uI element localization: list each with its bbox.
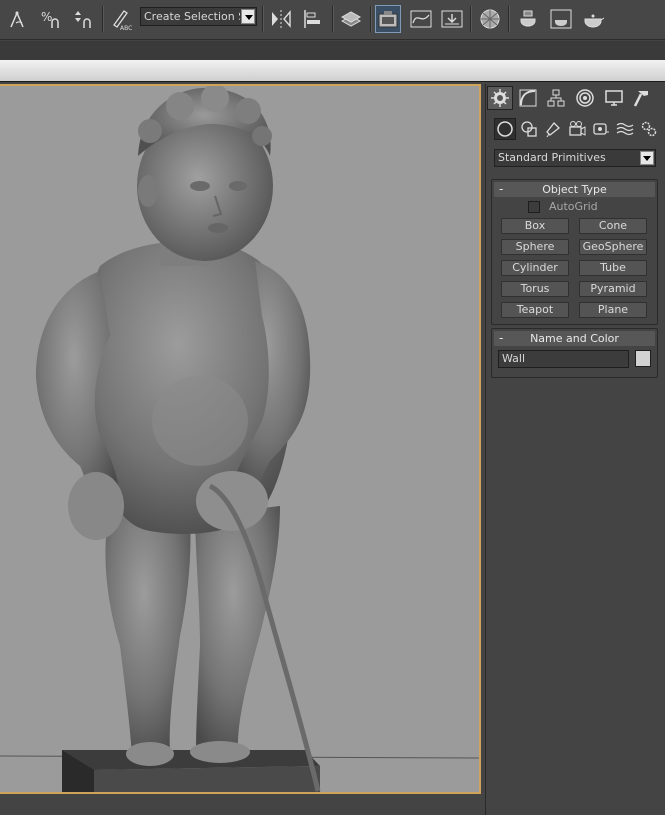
chevron-down-icon[interactable] bbox=[640, 151, 654, 165]
primitive-category-dropdown[interactable]: Standard Primitives bbox=[494, 149, 656, 167]
hierarchy-icon bbox=[547, 89, 565, 107]
motion-tab[interactable] bbox=[572, 86, 598, 110]
curve-editor-icon[interactable] bbox=[408, 5, 434, 33]
percent-snap-icon[interactable]: % bbox=[38, 5, 64, 33]
pyramid-button[interactable]: Pyramid bbox=[579, 281, 647, 297]
ribbon-bar bbox=[0, 41, 665, 60]
utilities-tab[interactable] bbox=[629, 86, 655, 110]
modify-tab[interactable] bbox=[515, 86, 541, 110]
layer-manager-icon[interactable] bbox=[338, 5, 364, 33]
create-icon bbox=[491, 89, 509, 107]
edit-named-selection-icon[interactable]: ABC bbox=[109, 5, 135, 33]
name-and-color-rollout: - Name and Color Wall bbox=[491, 328, 658, 378]
name-and-color-title: Name and Color bbox=[530, 332, 619, 345]
chevron-down-icon[interactable] bbox=[241, 9, 255, 24]
box-button[interactable]: Box bbox=[501, 218, 569, 234]
graphite-modeling-icon[interactable] bbox=[375, 5, 401, 33]
hierarchy-tab[interactable] bbox=[543, 86, 569, 110]
selection-set-text: Create Selection Se bbox=[144, 10, 240, 23]
lights-subtab[interactable] bbox=[542, 118, 564, 140]
command-panel: Standard Primitives - Object Type AutoGr… bbox=[485, 84, 665, 815]
teapot-button[interactable]: Teapot bbox=[501, 302, 569, 318]
space-warps-subtab[interactable] bbox=[614, 118, 636, 140]
gears-icon bbox=[641, 121, 657, 137]
name-and-color-header[interactable]: - Name and Color bbox=[494, 331, 655, 346]
collapse-icon: - bbox=[499, 182, 504, 196]
cameras-subtab[interactable] bbox=[566, 118, 588, 140]
cylinder-button[interactable]: Cylinder bbox=[501, 260, 569, 276]
helpers-subtab[interactable] bbox=[590, 118, 612, 140]
autogrid-checkbox[interactable]: AutoGrid bbox=[528, 200, 598, 213]
sphere-button[interactable]: Sphere bbox=[501, 239, 569, 255]
object-type-header[interactable]: - Object Type bbox=[494, 182, 655, 197]
viewport-label-bar bbox=[0, 60, 665, 82]
viewport-bottom-strip bbox=[0, 794, 485, 815]
display-icon bbox=[605, 90, 623, 106]
create-tab[interactable] bbox=[487, 86, 513, 110]
hammer-icon bbox=[633, 91, 648, 107]
wave-icon bbox=[616, 122, 634, 136]
shapes-subtab[interactable] bbox=[518, 118, 540, 140]
geometry-subtab[interactable] bbox=[494, 118, 516, 140]
perspective-viewport[interactable] bbox=[0, 84, 481, 794]
light-icon bbox=[546, 122, 560, 138]
torus-button[interactable]: Torus bbox=[501, 281, 569, 297]
render-production-icon[interactable] bbox=[580, 5, 606, 33]
object-type-title: Object Type bbox=[542, 183, 607, 196]
cone-button[interactable]: Cone bbox=[579, 218, 647, 234]
autogrid-label: AutoGrid bbox=[549, 200, 598, 213]
rendered-frame-window-icon[interactable] bbox=[548, 5, 574, 33]
tube-button[interactable]: Tube bbox=[579, 260, 647, 276]
display-tab[interactable] bbox=[601, 86, 627, 110]
collapse-icon: - bbox=[499, 331, 504, 345]
create-categories bbox=[492, 118, 662, 140]
tape-icon bbox=[593, 123, 609, 135]
spinner-snap-icon[interactable] bbox=[70, 5, 96, 33]
angle-snap-icon[interactable] bbox=[6, 5, 32, 33]
category-value: Standard Primitives bbox=[498, 151, 606, 164]
object-name-field[interactable]: Wall bbox=[498, 350, 629, 368]
align-icon[interactable] bbox=[300, 5, 326, 33]
render-setup-icon[interactable] bbox=[515, 5, 541, 33]
modify-icon bbox=[519, 89, 537, 107]
motion-icon bbox=[576, 89, 594, 107]
shapes-icon bbox=[521, 121, 537, 137]
checkbox-icon[interactable] bbox=[528, 200, 540, 213]
sphere-icon bbox=[497, 121, 513, 137]
material-editor-icon[interactable] bbox=[477, 5, 503, 33]
schematic-view-icon[interactable] bbox=[439, 5, 465, 33]
mirror-icon[interactable] bbox=[268, 5, 294, 33]
plane-button[interactable]: Plane bbox=[579, 302, 647, 318]
svg-text:ABC: ABC bbox=[120, 25, 132, 31]
systems-subtab[interactable] bbox=[638, 118, 660, 140]
geosphere-button[interactable]: GeoSphere bbox=[579, 239, 647, 255]
camera-icon bbox=[569, 121, 586, 136]
main-toolbar: % ABC Create Selection Se bbox=[0, 0, 665, 40]
selection-set-dropdown[interactable]: Create Selection Se bbox=[140, 7, 257, 26]
object-color-swatch[interactable] bbox=[635, 350, 651, 367]
command-panel-tabs bbox=[486, 86, 665, 112]
object-type-rollout: - Object Type AutoGrid Box Cone Sphere G… bbox=[491, 179, 658, 325]
statue-render bbox=[0, 86, 479, 792]
svg-text:%: % bbox=[41, 10, 52, 24]
